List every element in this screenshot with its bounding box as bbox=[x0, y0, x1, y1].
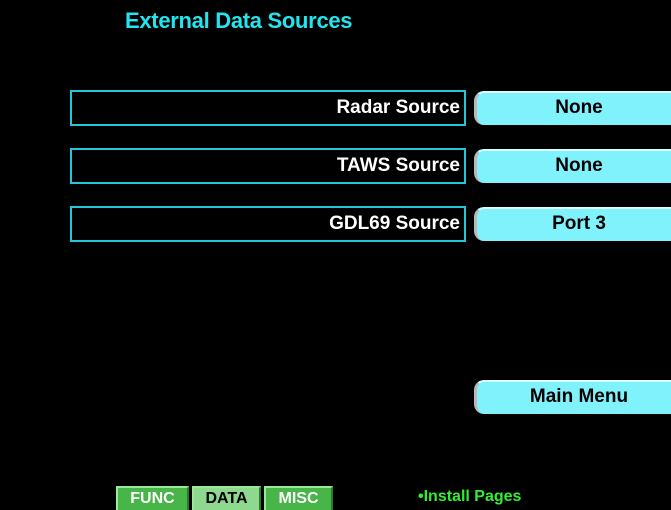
main-menu-button[interactable]: Main Menu bbox=[474, 380, 671, 414]
radar-source-button[interactable]: None bbox=[474, 91, 671, 125]
gdl69-source-button[interactable]: Port 3 bbox=[474, 207, 671, 241]
gdl69-source-value: Port 3 bbox=[552, 213, 606, 234]
page-group-indicator: •Install Pages bbox=[418, 488, 522, 505]
tab-misc[interactable]: MISC bbox=[264, 486, 333, 510]
taws-source-value: None bbox=[555, 155, 603, 176]
tab-func[interactable]: FUNC bbox=[116, 486, 189, 510]
radar-source-label: Radar Source bbox=[70, 90, 466, 126]
tab-data[interactable]: DATA bbox=[192, 486, 261, 510]
page-tabs: FUNC DATA MISC bbox=[116, 486, 336, 510]
taws-source-button[interactable]: None bbox=[474, 149, 671, 183]
radar-source-value: None bbox=[555, 97, 603, 118]
gdl69-source-label: GDL69 Source bbox=[70, 206, 466, 242]
taws-source-label: TAWS Source bbox=[70, 148, 466, 184]
main-menu-label: Main Menu bbox=[529, 386, 629, 407]
page-title: External Data Sources bbox=[125, 8, 353, 33]
